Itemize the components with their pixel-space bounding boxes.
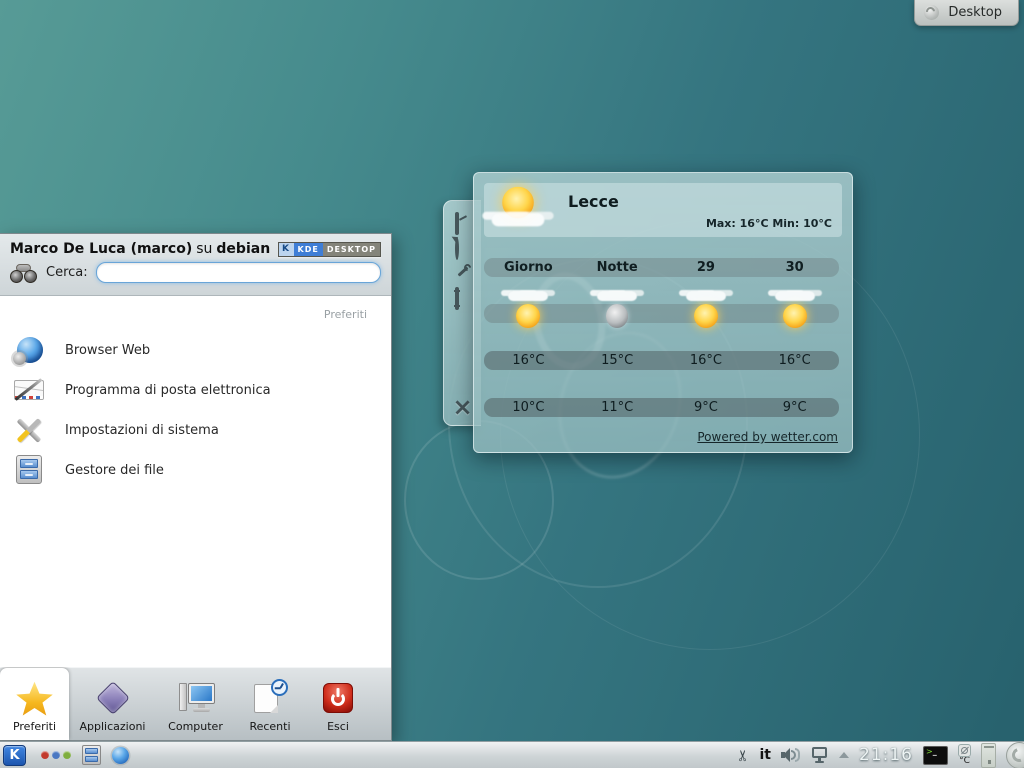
night-temp: 9°C xyxy=(750,398,839,417)
pager-dot xyxy=(41,751,49,759)
weather-credit-link[interactable]: Powered by wetter.com xyxy=(697,430,838,444)
kickoff-tab-bar: Preferiti Applicazioni Computer Recenti … xyxy=(0,667,391,740)
column-header: Giorno xyxy=(484,258,573,277)
email-icon xyxy=(13,374,45,406)
mini-pager-dots[interactable] xyxy=(41,751,71,759)
shortcuts-icon[interactable] xyxy=(455,289,471,303)
kickoff-content: Preferiti Browser Web Programma di posta… xyxy=(0,296,391,667)
plasma-cashew-icon xyxy=(924,5,939,20)
title-separator: su xyxy=(192,241,216,257)
volume-icon[interactable] xyxy=(781,747,801,763)
applications-diamond-icon xyxy=(93,679,133,717)
favorite-item-email[interactable]: Programma di posta elettronica xyxy=(0,370,391,410)
column-header: Notte xyxy=(573,258,662,277)
tab-label: Recenti xyxy=(249,720,290,733)
konqueror-globe-icon xyxy=(13,334,45,366)
favorite-item-filemanager[interactable]: Gestore dei file xyxy=(0,450,391,490)
tab-label: Applicazioni xyxy=(80,720,146,733)
search-label: Cerca: xyxy=(46,265,88,280)
tab-recenti[interactable]: Recenti xyxy=(235,668,305,740)
file-manager-icon xyxy=(13,454,45,486)
tab-label: Computer xyxy=(168,720,223,733)
weather-night-temps: 10°C 11°C 9°C 9°C xyxy=(484,398,839,417)
kde-logo-icon: K xyxy=(279,243,294,256)
day-temp: 16°C xyxy=(484,351,573,370)
file-manager-icon[interactable] xyxy=(82,745,101,765)
favorite-item-settings[interactable]: Impostazioni di sistema xyxy=(0,410,391,450)
terminal-icon[interactable]: >_ xyxy=(923,746,948,765)
weather-maxmin: Max: 16°C Min: 10°C xyxy=(706,217,832,230)
tab-label: Preferiti xyxy=(13,720,56,733)
weather-city: Lecce xyxy=(568,192,619,211)
badge-kde-label: KDE xyxy=(294,243,323,256)
configure-wrench-icon[interactable] xyxy=(455,264,471,278)
favorite-label: Programma di posta elettronica xyxy=(65,383,271,398)
calendar-icon[interactable] xyxy=(981,743,996,768)
weather-tray-icon[interactable]: °C xyxy=(958,744,971,766)
recent-documents-icon xyxy=(250,679,290,717)
toolbox-label: Desktop xyxy=(948,5,1002,20)
computer-icon xyxy=(176,679,216,717)
keyboard-layout-indicator[interactable]: it xyxy=(760,747,772,763)
section-label: Preferiti xyxy=(324,308,367,321)
weather-tray-label: °C xyxy=(959,757,970,766)
badge-desktop-label: DESKTOP xyxy=(323,243,380,256)
tab-applicazioni[interactable]: Applicazioni xyxy=(69,668,156,740)
klipper-scissors-icon[interactable]: ✂ xyxy=(736,749,751,762)
desktop-toolbox-button[interactable]: Desktop xyxy=(914,0,1019,26)
weather-day-temps: 16°C 15°C 16°C 16°C xyxy=(484,351,839,370)
tab-preferiti[interactable]: Preferiti xyxy=(0,668,69,740)
network-monitor-icon[interactable] xyxy=(811,747,829,764)
search-input[interactable] xyxy=(96,262,381,283)
bottom-panel: K ✂ it 21:16 >_ °C xyxy=(0,741,1024,768)
kickoff-header: Marco De Luca (marco)sudebian K KDE DESK… xyxy=(0,234,391,296)
expand-tray-icon[interactable] xyxy=(839,752,849,758)
host-name: debian xyxy=(216,241,270,257)
binoculars-icon xyxy=(10,263,38,283)
sun-clouds-icon xyxy=(489,187,547,231)
favorite-item-browser[interactable]: Browser Web xyxy=(0,330,391,370)
favorite-label: Browser Web xyxy=(65,343,150,358)
kde-desktop-badge: K KDE DESKTOP xyxy=(278,242,382,257)
user-title: Marco De Luca (marco)sudebian xyxy=(10,241,270,257)
system-settings-icon xyxy=(13,414,45,446)
kmenu-button[interactable]: K xyxy=(3,745,26,766)
pager-dot xyxy=(52,751,60,759)
pager-dot xyxy=(63,751,71,759)
night-temp: 9°C xyxy=(662,398,751,417)
column-header: 30 xyxy=(750,258,839,277)
konqueror-globe-icon[interactable] xyxy=(112,747,129,764)
day-temp: 16°C xyxy=(750,351,839,370)
tab-label: Esci xyxy=(327,720,349,733)
close-icon[interactable]: × xyxy=(452,397,472,417)
star-icon xyxy=(15,679,55,717)
power-icon xyxy=(318,679,358,717)
digital-clock[interactable]: 21:16 xyxy=(859,745,913,765)
weather-condition-row xyxy=(484,304,839,323)
panel-cashew-icon[interactable] xyxy=(1006,742,1024,768)
no-data-icon xyxy=(958,744,971,757)
favorite-label: Impostazioni di sistema xyxy=(65,423,219,438)
rotate-icon[interactable] xyxy=(455,239,471,253)
kickoff-launcher: Marco De Luca (marco)sudebian K KDE DESK… xyxy=(0,233,392,741)
favorite-label: Gestore dei file xyxy=(65,463,164,478)
day-temp: 16°C xyxy=(662,351,751,370)
column-header: 29 xyxy=(662,258,751,277)
weather-widget: Lecce Max: 16°C Min: 10°C Giorno Notte 2… xyxy=(473,172,853,453)
night-temp: 10°C xyxy=(484,398,573,417)
desktop-wallpaper: Desktop × Lecce Max: 16°C Min: 10°C Gior… xyxy=(0,0,1024,768)
weather-column-headers: Giorno Notte 29 30 xyxy=(484,258,839,277)
night-temp: 11°C xyxy=(573,398,662,417)
day-temp: 15°C xyxy=(573,351,662,370)
tab-computer[interactable]: Computer xyxy=(156,668,235,740)
tab-esci[interactable]: Esci xyxy=(305,668,371,740)
user-name: Marco De Luca (marco) xyxy=(10,241,192,257)
resize-icon[interactable] xyxy=(455,214,471,228)
weather-header: Lecce Max: 16°C Min: 10°C xyxy=(484,183,842,237)
